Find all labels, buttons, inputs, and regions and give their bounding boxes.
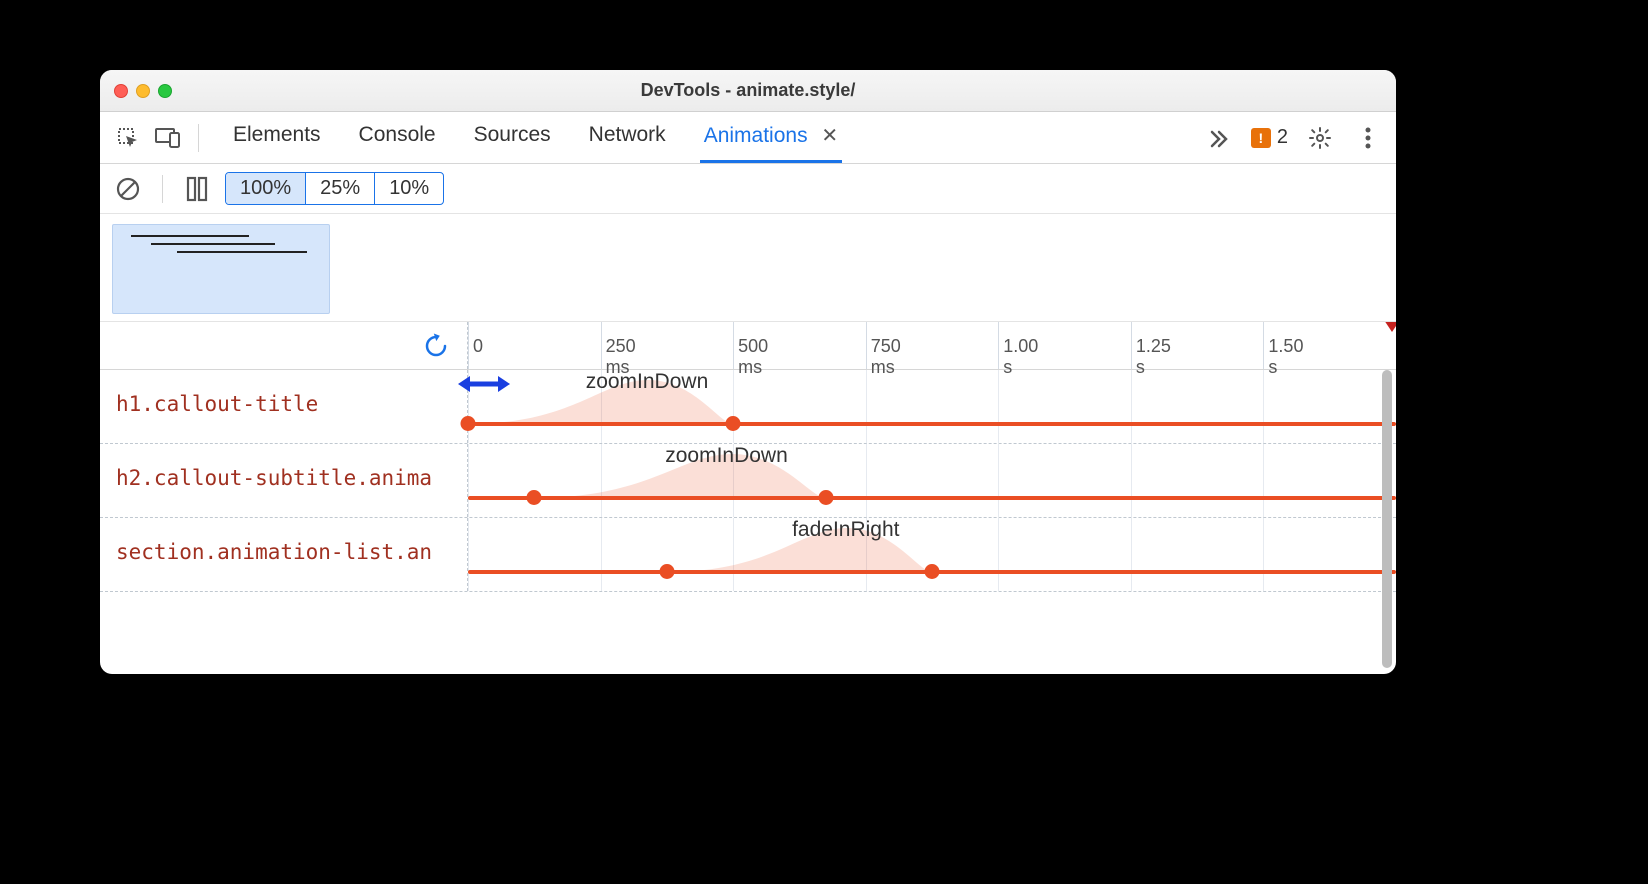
minimize-window-button[interactable] [136, 84, 150, 98]
ruler-tick: 500 ms [733, 322, 734, 369]
issues-badge[interactable]: ! 2 [1251, 126, 1288, 149]
timeline-row: h2.callout-subtitle.animazoomInDown [100, 444, 1396, 518]
grid-line [1131, 444, 1132, 517]
animation-groups-preview [100, 214, 1396, 322]
grid-line [1263, 518, 1264, 591]
grid-line [1263, 444, 1264, 517]
timeline-rows: h1.callout-titlezoomInDownh2.callout-sub… [100, 370, 1396, 674]
timeline-row: h1.callout-titlezoomInDown [100, 370, 1396, 444]
speed-25-button[interactable]: 25% [306, 173, 375, 204]
timeline-ruler[interactable]: 0250 ms500 ms750 ms1.00 s1.25 s1.50 s1.7… [100, 322, 1396, 370]
grid-line [468, 518, 469, 591]
grid-line [998, 370, 999, 443]
ruler-tick: 1.25 s [1131, 322, 1132, 369]
grid-line [601, 518, 602, 591]
row-track[interactable]: zoomInDown [468, 444, 1396, 517]
ruler-ticks[interactable]: 0250 ms500 ms750 ms1.00 s1.25 s1.50 s1.7… [468, 322, 1396, 369]
ruler-tick: 750 ms [866, 322, 867, 369]
maximize-window-button[interactable] [158, 84, 172, 98]
ruler-tick: 250 ms [601, 322, 602, 369]
window-title: DevTools - animate.style/ [100, 80, 1396, 101]
speed-10-button[interactable]: 10% [375, 173, 443, 204]
keyframe-node[interactable] [659, 564, 674, 579]
playback-speed-group: 100% 25% 10% [225, 172, 444, 205]
toolbar-divider [198, 124, 199, 152]
tab-animations[interactable]: Animations ✕ [700, 113, 843, 163]
row-track[interactable]: zoomInDown [468, 370, 1396, 443]
grid-line [1263, 370, 1264, 443]
preview-line [177, 251, 307, 253]
animation-bar[interactable] [468, 422, 1396, 426]
easing-curve [534, 454, 826, 498]
main-toolbar: Elements Console Sources Network Animati… [100, 112, 1396, 164]
issues-count: 2 [1277, 126, 1288, 149]
tab-network[interactable]: Network [585, 113, 670, 163]
ruler-tick: 0 [468, 322, 469, 369]
titlebar: DevTools - animate.style/ [100, 70, 1396, 112]
close-tab-icon[interactable]: ✕ [821, 125, 838, 147]
ruler-tick: 1.00 s [998, 322, 999, 369]
preview-line [131, 235, 249, 237]
ruler-label-col [100, 322, 468, 369]
ruler-tick: 1.50 s [1263, 322, 1264, 369]
close-window-button[interactable] [114, 84, 128, 98]
keyframe-node[interactable] [527, 490, 542, 505]
grid-line [866, 370, 867, 443]
element-selector-label[interactable]: section.animation-list.an [100, 518, 468, 591]
grid-line [998, 518, 999, 591]
animation-bar[interactable] [468, 496, 1396, 500]
tab-elements[interactable]: Elements [229, 113, 325, 163]
grid-line [998, 444, 999, 517]
inspect-element-icon[interactable] [112, 122, 144, 154]
scrub-arrow-icon[interactable] [458, 372, 510, 396]
tab-console[interactable]: Console [355, 113, 440, 163]
scrollbar[interactable] [1382, 370, 1392, 668]
grid-line [1131, 518, 1132, 591]
grid-line [1131, 370, 1132, 443]
tab-sources[interactable]: Sources [470, 113, 555, 163]
animation-group-thumbnail[interactable] [112, 224, 330, 314]
controls-divider [162, 175, 163, 203]
element-selector-label[interactable]: h2.callout-subtitle.anima [100, 444, 468, 517]
devtools-window: DevTools - animate.style/ Elements Conso… [100, 70, 1396, 674]
toolbar-right: ! 2 [1203, 122, 1384, 154]
animations-controls: 100% 25% 10% [100, 164, 1396, 214]
speed-100-button[interactable]: 100% [226, 173, 306, 204]
easing-curve [667, 528, 932, 572]
pause-animations-icon[interactable] [181, 173, 213, 205]
element-selector-label[interactable]: h1.callout-title [100, 370, 468, 443]
keyframe-node[interactable] [818, 490, 833, 505]
playhead-marker-icon[interactable] [1384, 322, 1396, 332]
grid-line [733, 370, 734, 443]
keyframe-node[interactable] [461, 416, 476, 431]
kebab-menu-icon[interactable] [1352, 122, 1384, 154]
replay-icon[interactable] [422, 332, 450, 360]
more-tabs-icon[interactable] [1203, 122, 1235, 154]
keyframe-node[interactable] [726, 416, 741, 431]
row-track[interactable]: fadeInRight [468, 518, 1396, 591]
issues-icon: ! [1251, 128, 1271, 148]
preview-line [151, 243, 275, 245]
traffic-lights [114, 84, 172, 98]
tab-animations-label: Animations [704, 124, 808, 147]
panel-tabs: Elements Console Sources Network Animati… [229, 113, 842, 163]
settings-icon[interactable] [1304, 122, 1336, 154]
clear-animations-icon[interactable] [112, 173, 144, 205]
grid-line [866, 444, 867, 517]
timeline-row: section.animation-list.anfadeInRight [100, 518, 1396, 592]
keyframe-node[interactable] [925, 564, 940, 579]
grid-line [468, 444, 469, 517]
ruler-tick-label: 0 [473, 336, 483, 357]
timeline: 0250 ms500 ms750 ms1.00 s1.25 s1.50 s1.7… [100, 322, 1396, 674]
device-toggle-icon[interactable] [152, 122, 184, 154]
